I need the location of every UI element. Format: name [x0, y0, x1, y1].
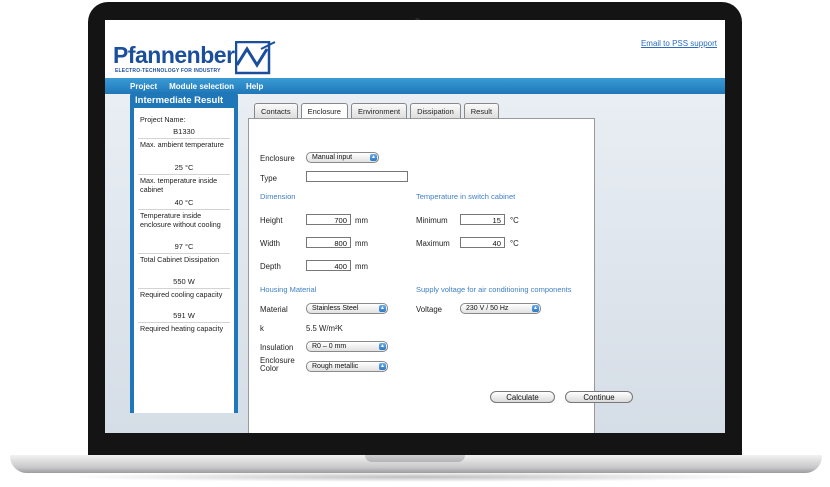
material-select-value: Stainless Steel: [312, 305, 359, 312]
tab-result[interactable]: Result: [463, 103, 500, 119]
required-heating-label: Required heating capacity: [140, 324, 224, 333]
maximum-unit: °C: [510, 239, 519, 248]
divider: [138, 288, 230, 289]
max-inside-temp-value: 40 °C: [174, 198, 194, 207]
divider: [138, 138, 230, 139]
project-name-label: Project Name:: [140, 115, 186, 124]
screen: Pfannenberg ELECTRO-TECHNOLOGY FOR INDUS…: [105, 20, 725, 433]
minimum-input[interactable]: 15: [460, 214, 505, 225]
divider: [138, 253, 230, 254]
total-dissipation-value: 550 W: [173, 277, 195, 286]
brand-tagline: ELECTRO-TECHNOLOGY FOR INDUSTRY: [115, 68, 221, 74]
tab-enclosure[interactable]: Enclosure: [300, 103, 348, 119]
temp-without-cooling-label: Temperature inside enclosure without coo…: [140, 211, 221, 229]
tab-environment[interactable]: Environment: [350, 103, 408, 119]
enclosure-label: Enclosure: [260, 154, 295, 163]
select-arrows-icon: ▲: [379, 305, 386, 312]
required-cooling-label: Required cooling capacity: [140, 290, 223, 299]
minimum-unit: °C: [510, 216, 519, 225]
height-unit: mm: [355, 216, 368, 225]
brand-logo-icon: [235, 41, 276, 75]
laptop-shadow: [60, 472, 770, 482]
enclosure-form-panel-lower: k 5.5 W/m²K Insulation R0 – 0 mm ▲ Enclo…: [248, 317, 633, 433]
width-unit: mm: [355, 239, 368, 248]
width-label: Width: [260, 239, 280, 248]
width-input[interactable]: 800: [306, 237, 351, 248]
depth-label: Depth: [260, 262, 281, 271]
enclosure-form-panel: Enclosure Manual input ▲ Type Dimension …: [248, 118, 595, 320]
height-label: Height: [260, 216, 283, 225]
intermediate-result-panel: Intermediate Result Project Name: B1330 …: [130, 92, 238, 413]
menu-help[interactable]: Help: [246, 82, 263, 91]
enclosure-select-value: Manual input: [312, 154, 353, 161]
max-ambient-value: 25 °C: [174, 163, 194, 172]
k-value: 5.5 W/m²K: [306, 324, 343, 333]
divider: [138, 209, 230, 210]
maximum-input[interactable]: 40: [460, 237, 505, 248]
menu-module-selection[interactable]: Module selection: [169, 82, 234, 91]
select-arrows-icon: ▲: [379, 343, 386, 350]
dimension-heading: Dimension: [260, 192, 296, 201]
voltage-select[interactable]: 230 V / 50 Hz ▲: [460, 303, 541, 314]
supply-voltage-heading: Supply voltage for air conditioning comp…: [416, 285, 572, 294]
select-arrows-icon: ▲: [379, 363, 386, 370]
project-name-value: B1330: [173, 127, 195, 136]
tab-bar: Contacts Enclosure Environment Dissipati…: [254, 103, 502, 119]
temp-without-cooling-value: 97 °C: [174, 242, 194, 251]
menu-project[interactable]: Project: [130, 82, 157, 91]
insulation-select[interactable]: R0 – 0 mm ▲: [306, 341, 388, 352]
support-email-link[interactable]: Email to PSS support: [641, 39, 717, 48]
divider: [138, 174, 230, 175]
enclosure-color-select-value: Rough metallic: [312, 363, 359, 370]
laptop-notch: [365, 455, 465, 462]
sidebar-title: Intermediate Result: [135, 95, 224, 106]
depth-unit: mm: [355, 262, 368, 271]
voltage-label: Voltage: [416, 305, 443, 314]
temperature-heading: Temperature in switch cabinet: [416, 192, 516, 201]
divider: [138, 322, 230, 323]
continue-button[interactable]: Continue: [565, 391, 633, 403]
max-inside-temp-label: Max. temperature inside cabinet: [140, 176, 218, 194]
enclosure-color-label: Enclosure Color: [260, 356, 295, 373]
height-input[interactable]: 700: [306, 214, 351, 225]
select-arrows-icon: ▲: [370, 154, 377, 161]
type-label: Type: [260, 174, 277, 183]
sidebar-body: Project Name: B1330 Max. ambient tempera…: [134, 108, 234, 413]
enclosure-color-select[interactable]: Rough metallic ▲: [306, 361, 388, 372]
voltage-select-value: 230 V / 50 Hz: [466, 305, 509, 312]
insulation-label: Insulation: [260, 343, 294, 352]
total-dissipation-label: Total Cabinet Dissipation: [140, 255, 220, 264]
insulation-select-value: R0 – 0 mm: [312, 343, 347, 350]
tab-contacts[interactable]: Contacts: [254, 103, 298, 119]
material-label: Material: [260, 305, 288, 314]
enclosure-select[interactable]: Manual input ▲: [306, 152, 379, 163]
k-label: k: [260, 324, 264, 333]
minimum-label: Minimum: [416, 216, 448, 225]
app-header: Pfannenberg ELECTRO-TECHNOLOGY FOR INDUS…: [105, 20, 725, 78]
brand-name: Pfannenberg: [113, 42, 249, 68]
max-ambient-label: Max. ambient temperature: [140, 140, 224, 149]
required-cooling-value: 591 W: [173, 311, 195, 320]
type-input[interactable]: [306, 171, 408, 182]
depth-input[interactable]: 400: [306, 260, 351, 271]
housing-material-heading: Housing Material: [260, 285, 317, 294]
select-arrows-icon: ▲: [532, 305, 539, 312]
material-select[interactable]: Stainless Steel ▲: [306, 303, 388, 314]
maximum-label: Maximum: [416, 239, 450, 248]
tab-dissipation[interactable]: Dissipation: [410, 103, 461, 119]
calculate-button[interactable]: Calculate: [490, 391, 555, 403]
